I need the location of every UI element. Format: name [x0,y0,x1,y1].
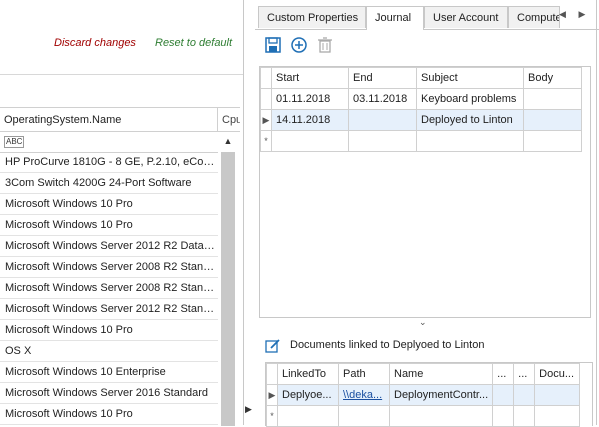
column-header-os-name[interactable]: OperatingSystem.Name [0,108,218,132]
vertical-scrollbar[interactable]: ▲ [219,132,237,426]
discard-changes-link[interactable]: Discard changes [54,37,136,49]
table-row[interactable]: Microsoft Windows 10 Pro [0,404,218,425]
cell-start[interactable]: 14.11.2018 [271,109,349,131]
tab-bar: Custom Properties Journal User Account C… [255,6,599,30]
column-header-path[interactable]: Path [338,363,390,385]
reset-to-default-link[interactable]: Reset to default [155,37,232,49]
cell-linkedto[interactable]: Deplyoe... [277,384,339,406]
tab-computer[interactable]: Computer [508,6,560,28]
tab-journal[interactable]: Journal [366,6,424,30]
new-cell[interactable] [513,405,536,427]
cell-subject[interactable]: Keyboard problems [416,88,524,110]
table-row-selected[interactable]: ▶ Deplyoe... \\deka... DeploymentContr..… [266,384,581,406]
journal-grid: Start End Subject Body 01.11.2018 03.11.… [259,66,591,318]
cell-body[interactable] [523,109,582,131]
cell-name[interactable]: DeploymentContr... [388,384,494,406]
table-row[interactable]: Microsoft Windows Server 2012 R2 Datacen… [0,236,218,257]
tab-scroll-arrows[interactable]: ◀ ▶ [559,9,585,20]
new-row[interactable]: * [266,405,581,427]
cell-body[interactable] [523,88,582,110]
new-cell[interactable] [277,405,339,427]
column-header-end[interactable]: End [348,67,417,89]
add-icon[interactable] [290,36,308,54]
row-indicator-header [266,363,278,385]
chevron-right-icon[interactable]: ▶ [578,9,585,19]
row-indicator-header [260,67,272,89]
table-row[interactable]: Microsoft Windows 10 Enterprise [0,362,218,383]
cell-subject[interactable]: Deployed to Linton [416,109,524,131]
cell-path-link[interactable]: \\deka... [338,384,390,406]
column-header-start[interactable]: Start [271,67,349,89]
edit-icon[interactable] [265,338,281,354]
new-cell[interactable] [338,405,390,427]
table-row-selected[interactable]: ▶ 14.11.2018 Deployed to Linton [260,109,582,131]
cell-empty[interactable] [513,384,536,406]
scrollbar-thumb[interactable] [221,152,235,426]
right-border [596,0,597,425]
table-row[interactable]: Microsoft Windows 10 Pro [0,215,218,236]
column-header-more-2[interactable]: ... [513,363,536,385]
new-row-marker: * [266,405,278,427]
os-grid: OperatingSystem.Name Cpu ABC HP ProCurve… [0,107,240,426]
save-icon[interactable] [264,36,282,54]
chevron-down-icon[interactable]: ⌄ [419,317,427,328]
table-row[interactable]: HP ProCurve 1810G - 8 GE, P.2.10, eCos-2… [0,152,218,173]
left-panel: Discard changes Reset to default Operati… [0,0,243,426]
table-row[interactable]: 01.11.2018 03.11.2018 Keyboard problems [260,88,582,110]
new-cell[interactable] [523,130,582,152]
current-row-arrow-icon: ▶ [266,384,278,406]
new-cell[interactable] [416,130,524,152]
cell-empty[interactable] [534,384,581,406]
delete-icon[interactable] [316,36,334,54]
journal-toolbar [255,30,599,60]
new-cell[interactable] [271,130,349,152]
current-row-arrow-icon: ▶ [260,109,272,131]
table-row[interactable]: Microsoft Windows Server 2008 R2 Standar… [0,257,218,278]
table-row[interactable]: 3Com Switch 4200G 24-Port Software [0,173,218,194]
right-panel: Custom Properties Journal User Account C… [255,0,599,427]
grid-rows: HP ProCurve 1810G - 8 GE, P.2.10, eCos-2… [0,152,218,425]
column-header-body[interactable]: Body [523,67,582,89]
column-header-linkedto[interactable]: LinkedTo [277,363,339,385]
cell-empty[interactable] [492,384,515,406]
table-row[interactable]: Microsoft Windows Server 2016 Standard [0,383,218,404]
column-header-docu[interactable]: Docu... [534,363,581,385]
new-cell[interactable] [534,405,581,427]
table-row[interactable]: Microsoft Windows Server 2012 R2 Standar… [0,299,218,320]
column-header-more-1[interactable]: ... [492,363,515,385]
documents-title-label: Documents linked to Deplyoed to Linton [290,339,485,351]
chevron-left-icon[interactable]: ◀ [559,9,566,19]
tab-user-account[interactable]: User Account [424,6,508,28]
documents-header-row: LinkedTo Path Name ... ... Docu... [266,363,581,385]
column-header-cpu[interactable]: Cpu [218,108,240,132]
chevron-right-icon[interactable]: ▶ [245,404,252,415]
cell-end[interactable]: 03.11.2018 [348,88,417,110]
abc-filter-icon[interactable]: ABC [4,136,25,148]
table-row[interactable]: Microsoft Windows Server 2008 R2 Standar… [0,278,218,299]
new-row[interactable]: * [260,130,582,152]
cell-end[interactable] [348,109,417,131]
filter-row[interactable]: ABC [0,132,218,153]
journal-header-row: Start End Subject Body [260,67,582,89]
new-cell[interactable] [388,405,494,427]
cell-start[interactable]: 01.11.2018 [271,88,349,110]
column-header-subject[interactable]: Subject [416,67,524,89]
scroll-up-icon[interactable]: ▲ [219,132,237,150]
column-header-name[interactable]: Name [388,363,494,385]
tab-custom-properties[interactable]: Custom Properties [258,6,366,28]
table-row[interactable]: OS X [0,341,218,362]
row-indicator [260,88,272,110]
new-cell[interactable] [348,130,417,152]
documents-title: Documents linked to Deplyoed to Linton [265,338,484,357]
documents-grid: LinkedTo Path Name ... ... Docu... ▶ Dep… [265,362,593,427]
new-row-marker: * [260,130,272,152]
table-row[interactable]: Microsoft Windows 10 Pro [0,194,218,215]
new-cell[interactable] [492,405,515,427]
table-row[interactable]: Microsoft Windows 10 Pro [0,320,218,341]
left-top-bar: Discard changes Reset to default [0,0,243,75]
